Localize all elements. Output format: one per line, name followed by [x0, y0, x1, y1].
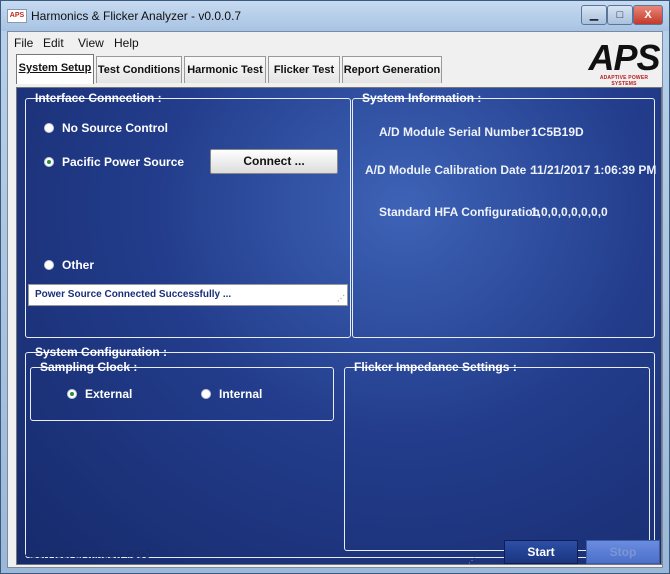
maximize-button[interactable]: □ [607, 5, 633, 25]
radio-pacific-power-source[interactable]: Pacific Power Source [44, 155, 184, 169]
radio-dot-selected [44, 157, 54, 167]
radio-external[interactable]: External [67, 387, 132, 401]
flicker-impedance-title: Flicker Impedance Settings : [354, 360, 517, 374]
connect-button[interactable]: Connect ... [210, 149, 338, 174]
interface-connection-title: Interface Connection : [35, 91, 162, 105]
status-bar-text: Abort test at window #190 [24, 549, 151, 561]
resize-grip-icon: ⋰ [337, 294, 345, 303]
stop-button[interactable]: Stop [586, 540, 660, 564]
radio-label: External [85, 387, 133, 401]
radio-dot [201, 389, 211, 399]
start-button[interactable]: Start [504, 540, 578, 564]
connection-status-text: Power Source Connected Successfully ... [35, 289, 232, 300]
system-configuration-group: System Configuration : Sampling Clock : … [25, 345, 655, 558]
logo-subtitle: ADAPTIVE POWER SYSTEMS [599, 75, 649, 87]
radio-dot-selected [67, 389, 77, 399]
radio-dot [44, 260, 54, 270]
system-configuration-title: System Configuration : [35, 345, 168, 359]
hfa-config-label: Standard HFA Configuration [379, 205, 540, 219]
sampling-clock-group: Sampling Clock : External Internal [30, 360, 334, 421]
serial-number-label: A/D Module Serial Number : [379, 125, 538, 139]
app-icon: APS [7, 9, 27, 23]
radio-label: Pacific Power Source [62, 155, 185, 169]
close-button[interactable]: X [633, 5, 663, 25]
radio-label: No Source Control [62, 121, 169, 135]
calibration-date-label: A/D Module Calibration Date : [365, 163, 534, 177]
system-information-group: System Information : A/D Module Serial N… [352, 91, 657, 338]
tab-report-generation[interactable]: Report Generation [342, 56, 442, 83]
window-title: Harmonics & Flicker Analyzer - v0.0.0.7 [31, 9, 242, 23]
tab-system-setup[interactable]: System Setup [16, 54, 94, 84]
radio-label: Internal [219, 387, 263, 401]
tab-test-conditions[interactable]: Test Conditions [96, 56, 182, 83]
tab-harmonic-test[interactable]: Harmonic Test [184, 56, 266, 83]
connection-status-box: Power Source Connected Successfully ... … [28, 284, 348, 306]
app-window: APS Harmonics & Flicker Analyzer - v0.0.… [0, 0, 670, 574]
menu-bar: File Edit View Help [8, 32, 662, 54]
tab-label: System Setup [18, 62, 92, 74]
menu-view[interactable]: View [78, 36, 104, 50]
resize-grip-icon: ⋰ [468, 556, 476, 565]
aps-logo: APS ADAPTIVE POWER SYSTEMS [588, 37, 660, 88]
flicker-impedance-group: Flicker Impedance Settings : [344, 360, 650, 551]
radio-no-source-control[interactable]: No Source Control [44, 121, 168, 135]
radio-label: Other [62, 258, 95, 272]
title-bar[interactable]: APS Harmonics & Flicker Analyzer - v0.0.… [1, 1, 669, 31]
radio-other[interactable]: Other [44, 258, 94, 272]
serial-number-value: 1C5B19D [531, 125, 584, 139]
logo-text: APS [588, 37, 660, 78]
menu-file[interactable]: File [14, 36, 33, 50]
tab-flicker-test[interactable]: Flicker Test [268, 56, 340, 83]
minimize-button[interactable]: ▁ [581, 5, 607, 25]
menu-help[interactable]: Help [114, 36, 139, 50]
radio-internal[interactable]: Internal [201, 387, 262, 401]
system-setup-panel: Interface Connection : No Source Control… [16, 87, 662, 565]
system-information-title: System Information : [362, 91, 482, 105]
hfa-config-value: 1,0,0,0,0,0,0,0 [531, 205, 608, 219]
sampling-clock-title: Sampling Clock : [40, 360, 138, 374]
menu-edit[interactable]: Edit [43, 36, 64, 50]
calibration-date-value: 11/21/2017 1:06:39 PM [531, 163, 657, 177]
client-area: File Edit View Help System Setup Test Co… [7, 31, 663, 568]
interface-connection-group: Interface Connection : No Source Control… [25, 91, 351, 338]
radio-dot [44, 123, 54, 133]
